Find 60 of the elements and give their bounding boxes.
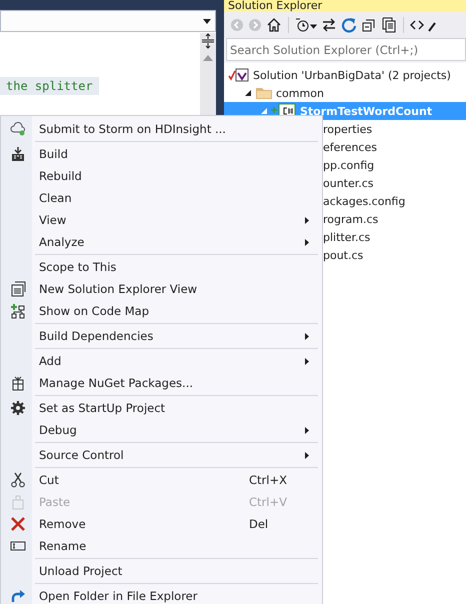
- menu-item[interactable]: Show on Code Map: [1, 300, 322, 322]
- menu-item[interactable]: Unload Project: [1, 560, 322, 582]
- redirect-arrow-icon: [10, 588, 26, 604]
- panel-title: Solution Explorer: [228, 0, 322, 12]
- menu-item[interactable]: New Solution Explorer View: [1, 278, 322, 300]
- menu-item[interactable]: Clean: [1, 187, 322, 209]
- menu-item[interactable]: Debug: [1, 419, 322, 441]
- submenu-arrow-icon: [305, 332, 309, 340]
- pages-icon[interactable]: [381, 17, 397, 33]
- submenu-arrow-icon: [305, 238, 309, 246]
- history-icon[interactable]: [295, 17, 317, 33]
- build-icon: [10, 146, 26, 162]
- home-icon[interactable]: [266, 17, 282, 33]
- menu-item[interactable]: Remove Del: [1, 513, 322, 535]
- menu-item[interactable]: Manage NuGet Packages...: [1, 372, 322, 394]
- splitter-icon[interactable]: [200, 33, 216, 49]
- remove-icon: [10, 516, 26, 532]
- refresh-icon[interactable]: [341, 17, 357, 33]
- menu-item[interactable]: Build Dependencies: [1, 325, 322, 347]
- cloud-icon: [10, 121, 26, 137]
- expander-icon[interactable]: [244, 89, 252, 97]
- collapse-icon[interactable]: [361, 17, 377, 33]
- tree-item[interactable]: Solution 'UrbanBigData' (2 projects): [253, 68, 451, 82]
- menu-item[interactable]: Open Folder in File Explorer: [1, 585, 322, 604]
- settings-icon: [10, 400, 26, 416]
- sync-icon[interactable]: [321, 17, 337, 33]
- submenu-arrow-icon: [305, 358, 309, 364]
- menu-item[interactable]: Rebuild: [1, 165, 322, 187]
- tree-item[interactable]: roperties: [323, 122, 372, 136]
- caret-icon: [203, 18, 211, 24]
- menu-item[interactable]: Cut Ctrl+X: [1, 469, 322, 491]
- package-icon: [10, 375, 26, 391]
- folder-icon: [255, 86, 273, 100]
- menu-item[interactable]: Analyze: [1, 231, 322, 253]
- tree-item[interactable]: eferences: [323, 140, 377, 154]
- menu-item[interactable]: Set as StartUp Project: [1, 397, 322, 419]
- menu-item[interactable]: Scope to This: [1, 256, 322, 278]
- tree-item[interactable]: pout.cs: [323, 248, 364, 262]
- tree-item[interactable]: common: [276, 86, 324, 100]
- code-icon[interactable]: [410, 18, 424, 32]
- tree-item[interactable]: rogram.cs: [323, 212, 378, 226]
- search-field[interactable]: Search Solution Explorer (Ctrl+;): [226, 38, 466, 61]
- scissors-icon: [10, 472, 26, 488]
- tree-item[interactable]: ounter.cs: [323, 176, 374, 190]
- menu-item[interactable]: Add: [1, 350, 322, 372]
- window-icon: [10, 281, 26, 297]
- clipboard-icon: [10, 494, 26, 510]
- menu-item[interactable]: Build: [1, 143, 322, 165]
- submenu-arrow-icon: [305, 452, 309, 458]
- menu-item[interactable]: Rename: [1, 535, 322, 557]
- submenu-arrow-icon: [305, 216, 309, 224]
- tree-item[interactable]: pp.config: [323, 158, 374, 172]
- menu-item[interactable]: Source Control: [1, 444, 322, 466]
- tree-item[interactable]: ackages.config: [323, 194, 406, 208]
- solution-icon: [228, 67, 250, 83]
- tree-item[interactable]: plitter.cs: [323, 230, 370, 244]
- menu-item[interactable]: View: [1, 209, 322, 231]
- code-map-icon: [10, 303, 26, 319]
- menu-item[interactable]: Submit to Storm on HDInsight ...: [1, 118, 322, 140]
- submenu-arrow-icon: [305, 426, 309, 434]
